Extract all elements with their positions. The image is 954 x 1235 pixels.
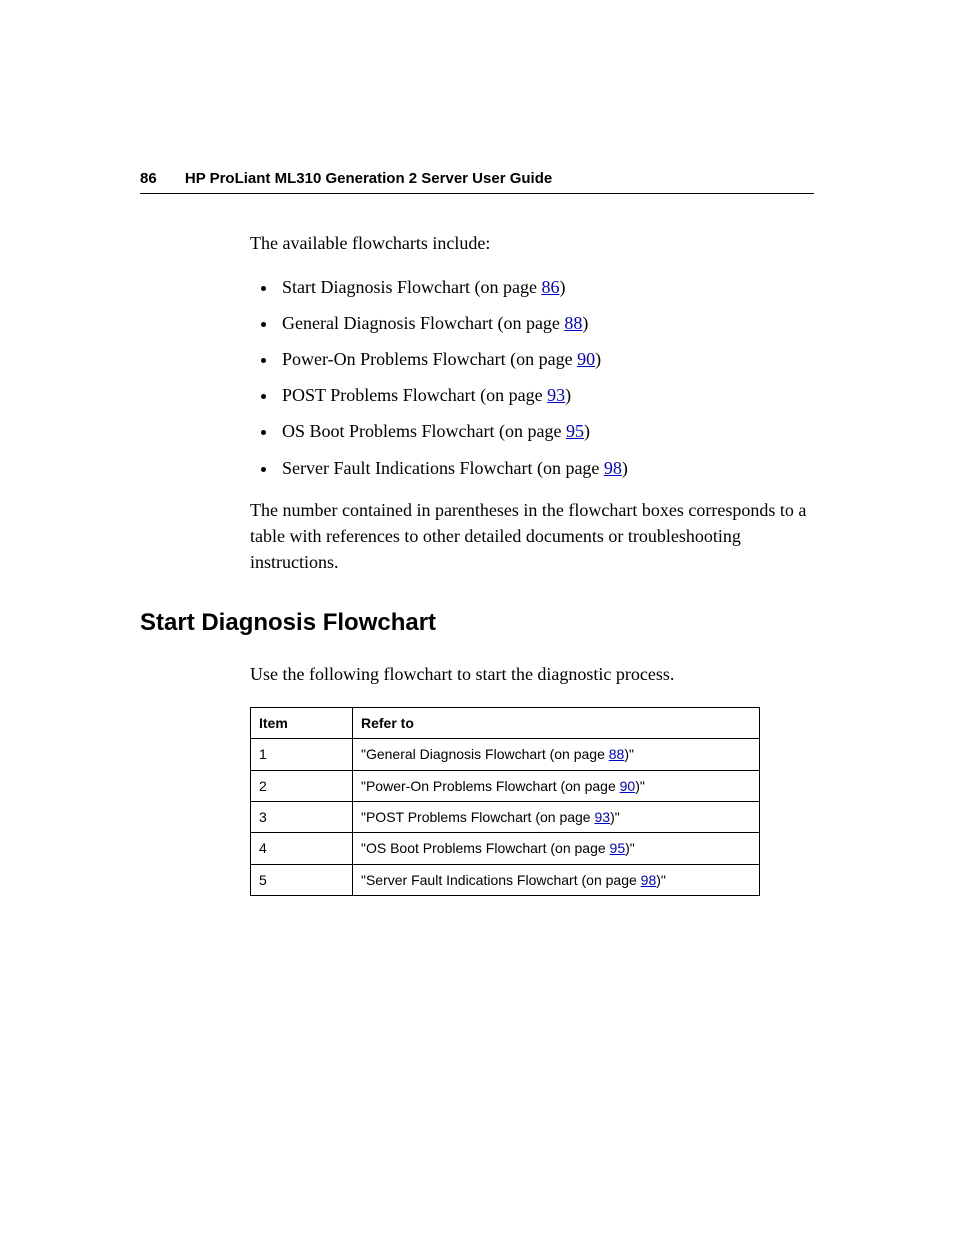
list-item-text: POST Problems Flowchart (on page xyxy=(282,385,547,405)
page-link[interactable]: 93 xyxy=(594,809,610,825)
explain-paragraph: The number contained in parentheses in t… xyxy=(250,497,814,575)
page-header: 86 HP ProLiant ML310 Generation 2 Server… xyxy=(140,170,814,194)
body-block: The available flowcharts include: Start … xyxy=(250,230,814,575)
cell-after: )" xyxy=(656,872,666,888)
intro-paragraph: The available flowcharts include: xyxy=(250,230,814,256)
list-item-after: ) xyxy=(582,313,588,333)
list-item-text: Start Diagnosis Flowchart (on page xyxy=(282,277,541,297)
flowchart-list: Start Diagnosis Flowchart (on page 86) G… xyxy=(250,274,814,481)
sub-paragraph: Use the following flowchart to start the… xyxy=(250,661,814,687)
list-item-text: Server Fault Indications Flowchart (on p… xyxy=(282,458,604,478)
list-item-text: General Diagnosis Flowchart (on page xyxy=(282,313,564,333)
reference-table: Item Refer to 1 "General Diagnosis Flowc… xyxy=(250,707,760,896)
list-item-after: ) xyxy=(584,421,590,441)
table-cell-refer: "Server Fault Indications Flowchart (on … xyxy=(353,864,760,895)
table-cell-refer: "Power-On Problems Flowchart (on page 90… xyxy=(353,770,760,801)
cell-before: "POST Problems Flowchart (on page xyxy=(361,809,594,825)
cell-after: )" xyxy=(610,809,620,825)
list-item: Power-On Problems Flowchart (on page 90) xyxy=(278,346,814,372)
table-cell-item: 1 xyxy=(251,739,353,770)
list-item-after: ) xyxy=(565,385,571,405)
cell-after: )" xyxy=(625,840,635,856)
page-link[interactable]: 93 xyxy=(547,385,565,405)
cell-before: "OS Boot Problems Flowchart (on page xyxy=(361,840,610,856)
table-cell-item: 4 xyxy=(251,833,353,864)
page-link[interactable]: 95 xyxy=(566,421,584,441)
page-link[interactable]: 90 xyxy=(620,778,636,794)
cell-before: "Server Fault Indications Flowchart (on … xyxy=(361,872,641,888)
page-link[interactable]: 98 xyxy=(604,458,622,478)
list-item: OS Boot Problems Flowchart (on page 95) xyxy=(278,418,814,444)
list-item: General Diagnosis Flowchart (on page 88) xyxy=(278,310,814,336)
table-cell-refer: "General Diagnosis Flowchart (on page 88… xyxy=(353,739,760,770)
table-row: 3 "POST Problems Flowchart (on page 93)" xyxy=(251,801,760,832)
table-cell-item: 5 xyxy=(251,864,353,895)
table-row: 4 "OS Boot Problems Flowchart (on page 9… xyxy=(251,833,760,864)
table-row: 2 "Power-On Problems Flowchart (on page … xyxy=(251,770,760,801)
list-item-after: ) xyxy=(595,349,601,369)
cell-after: )" xyxy=(635,778,645,794)
list-item: Start Diagnosis Flowchart (on page 86) xyxy=(278,274,814,300)
page-link[interactable]: 88 xyxy=(609,746,625,762)
table-cell-item: 2 xyxy=(251,770,353,801)
page-link[interactable]: 90 xyxy=(577,349,595,369)
list-item-text: Power-On Problems Flowchart (on page xyxy=(282,349,577,369)
list-item: Server Fault Indications Flowchart (on p… xyxy=(278,455,814,481)
table-cell-item: 3 xyxy=(251,801,353,832)
section-body: Use the following flowchart to start the… xyxy=(250,661,814,896)
page-number: 86 xyxy=(140,170,157,187)
page-link[interactable]: 86 xyxy=(541,277,559,297)
cell-after: )" xyxy=(624,746,634,762)
list-item-after: ) xyxy=(622,458,628,478)
cell-before: "Power-On Problems Flowchart (on page xyxy=(361,778,620,794)
page-container: 86 HP ProLiant ML310 Generation 2 Server… xyxy=(0,0,954,896)
table-header-item: Item xyxy=(251,708,353,739)
table-row: 1 "General Diagnosis Flowchart (on page … xyxy=(251,739,760,770)
list-item: POST Problems Flowchart (on page 93) xyxy=(278,382,814,408)
table-header-row: Item Refer to xyxy=(251,708,760,739)
cell-before: "General Diagnosis Flowchart (on page xyxy=(361,746,609,762)
list-item-after: ) xyxy=(559,277,565,297)
header-title: HP ProLiant ML310 Generation 2 Server Us… xyxy=(185,170,552,187)
page-link[interactable]: 88 xyxy=(564,313,582,333)
section-heading: Start Diagnosis Flowchart xyxy=(140,609,814,637)
page-link[interactable]: 98 xyxy=(641,872,657,888)
table-header-refer: Refer to xyxy=(353,708,760,739)
table-cell-refer: "POST Problems Flowchart (on page 93)" xyxy=(353,801,760,832)
page-link[interactable]: 95 xyxy=(610,840,626,856)
table-row: 5 "Server Fault Indications Flowchart (o… xyxy=(251,864,760,895)
list-item-text: OS Boot Problems Flowchart (on page xyxy=(282,421,566,441)
table-cell-refer: "OS Boot Problems Flowchart (on page 95)… xyxy=(353,833,760,864)
